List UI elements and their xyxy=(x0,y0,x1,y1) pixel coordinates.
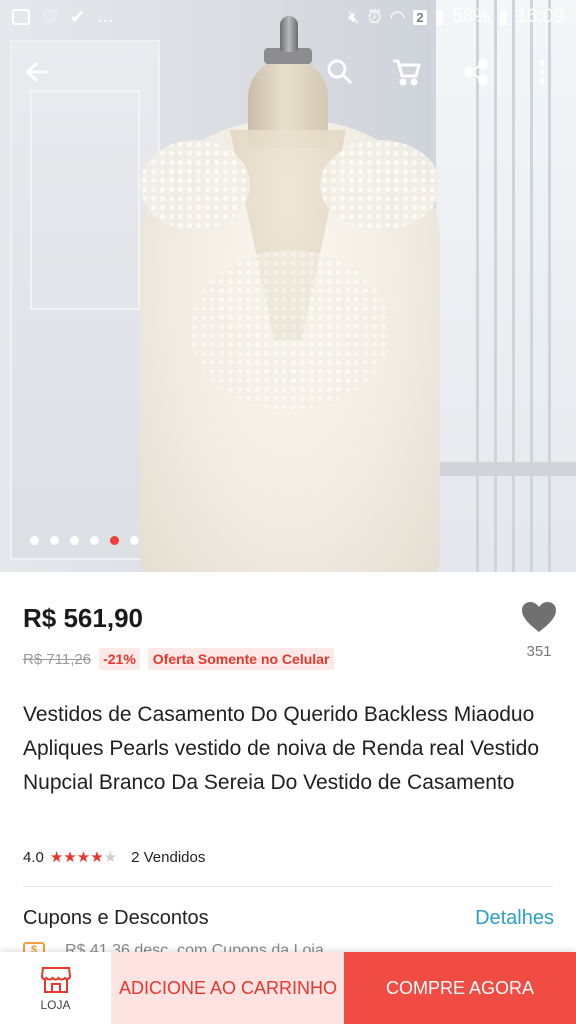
window-sill xyxy=(440,462,576,476)
mute-icon: 🔇︎ xyxy=(348,7,360,27)
star-icon: ★ xyxy=(49,849,64,866)
top-toolbar xyxy=(0,44,576,100)
gallery-pagination xyxy=(30,536,139,545)
rating-value: 4.0 xyxy=(23,848,44,866)
search-button[interactable] xyxy=(322,54,358,90)
add-to-cart-button[interactable]: ADICIONE AO CARRINHO xyxy=(112,952,344,1024)
rating-row[interactable]: 4.0 ★★★★★ 2 Vendidos xyxy=(23,848,206,867)
star-icon: ★ xyxy=(90,849,104,866)
more-icon xyxy=(539,60,545,84)
more-options-button[interactable] xyxy=(524,54,560,90)
star-icon: ★ xyxy=(76,849,91,866)
price-details: R$ 711,26 -21% Oferta Somente no Celular xyxy=(23,648,335,670)
store-button[interactable]: LOJA xyxy=(0,952,112,1024)
coupons-details-link[interactable]: Detalhes xyxy=(475,907,554,930)
buy-now-button[interactable]: COMPRE AGORA xyxy=(344,952,576,1024)
sold-count: 2 Vendidos xyxy=(131,848,206,866)
lace-shoulder-right xyxy=(320,140,440,230)
current-price: R$ 561,90 xyxy=(23,603,143,633)
back-button[interactable] xyxy=(20,54,56,90)
check-icon: ✔ xyxy=(70,7,86,27)
gallery-dot[interactable] xyxy=(50,536,59,545)
product-title: Vestidos de Casamento Do Querido Backles… xyxy=(23,703,539,794)
share-icon xyxy=(464,59,488,85)
battery-level: 58% xyxy=(452,6,491,27)
sim-icon: 2 xyxy=(413,9,427,25)
share-button[interactable] xyxy=(458,54,494,90)
image-icon xyxy=(12,9,30,25)
lace-shoulder-left xyxy=(140,140,250,230)
gallery-dot[interactable] xyxy=(110,536,119,545)
heart-icon: ♡ xyxy=(42,7,59,27)
alarm-icon: ⏰︎ xyxy=(367,7,382,27)
signal-icon: ▮ xyxy=(434,7,445,27)
wishlist-button[interactable] xyxy=(520,600,558,634)
wall-panel-inner xyxy=(30,90,140,310)
star-icon: ★ xyxy=(63,849,77,866)
discount-badge: -21% xyxy=(99,648,140,670)
gallery-dot[interactable] xyxy=(130,536,139,545)
gallery-dot[interactable] xyxy=(70,536,79,545)
heart-icon xyxy=(522,602,556,632)
status-bar: ♡ ✔ ... 🔇︎ ⏰︎ ◠ 2 ▮ 58% ▮ 16:09 xyxy=(0,0,576,34)
cart-button[interactable] xyxy=(388,54,424,90)
status-ellipsis: ... xyxy=(97,6,114,27)
store-icon xyxy=(40,966,71,993)
store-label: LOJA xyxy=(40,997,71,1012)
cart-icon xyxy=(393,59,421,86)
lace-bodice xyxy=(190,250,390,410)
coupons-title: Cupons e Descontos xyxy=(23,907,209,929)
battery-icon: ▮ xyxy=(498,7,509,27)
wifi-icon: ◠ xyxy=(389,7,406,27)
clock: 16:09 xyxy=(516,6,564,27)
original-price: R$ 711,26 xyxy=(23,650,92,668)
search-icon xyxy=(327,59,353,85)
star-icon: ★ xyxy=(103,849,118,866)
gallery-dot[interactable] xyxy=(90,536,99,545)
back-arrow-icon xyxy=(25,61,47,83)
bottom-action-bar: LOJA ADICIONE AO CARRINHO COMPRE AGORA xyxy=(0,952,576,1024)
gallery-dot[interactable] xyxy=(30,536,39,545)
section-divider xyxy=(23,886,553,887)
rating-stars: ★★★★★ xyxy=(50,848,117,866)
wishlist-count: 351 xyxy=(526,643,552,660)
mobile-offer-badge: Oferta Somente no Celular xyxy=(147,648,335,670)
